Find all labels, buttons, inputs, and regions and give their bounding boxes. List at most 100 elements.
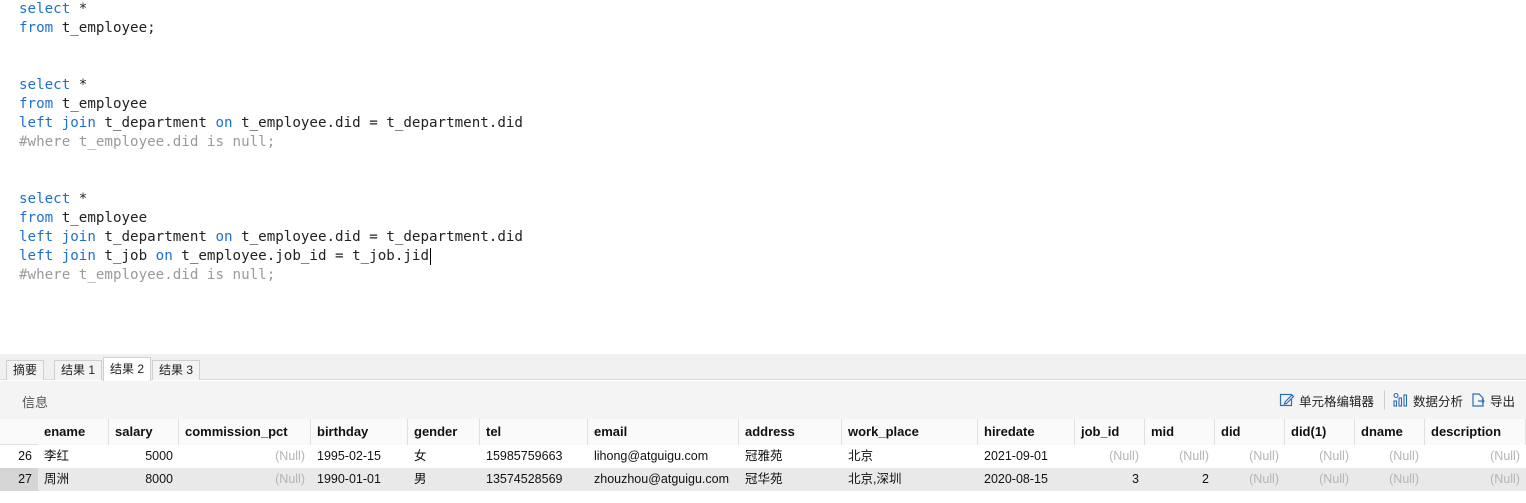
sql-keyword: select: [19, 191, 71, 207]
code-line[interactable]: #where t_employee.did is null;: [19, 266, 275, 285]
tab-result-2[interactable]: 结果 2: [103, 357, 152, 381]
table-cell[interactable]: (Null): [1285, 445, 1355, 468]
table-cell[interactable]: 北京,深圳: [842, 468, 978, 491]
result-tab-strip: 摘要 结果 1 结果 2 结果 3: [0, 354, 1526, 381]
column-header-commission-pct[interactable]: commission_pct: [179, 419, 311, 445]
table-cell[interactable]: 15985759663: [480, 445, 588, 468]
column-header-birthday[interactable]: birthday: [311, 419, 408, 445]
column-header-tel[interactable]: tel: [480, 419, 588, 445]
column-header-did-1-[interactable]: did(1): [1285, 419, 1355, 445]
tab-result-1[interactable]: 结果 1: [54, 360, 103, 380]
tab-summary[interactable]: 摘要: [6, 360, 45, 380]
column-header-hiredate[interactable]: hiredate: [978, 419, 1075, 445]
column-header-did[interactable]: did: [1215, 419, 1285, 445]
column-header-dname[interactable]: dname: [1355, 419, 1425, 445]
column-header-email[interactable]: email: [588, 419, 739, 445]
table-cell[interactable]: 13574528569: [480, 468, 588, 491]
sql-keyword: left join: [19, 248, 96, 264]
table-row[interactable]: 27 周洲 8000 (Null) 1990-01-01 男 13574528569 zhou…: [0, 468, 1526, 491]
table-cell[interactable]: 北京: [842, 445, 978, 468]
table-cell[interactable]: (Null): [1075, 445, 1145, 468]
table-cell[interactable]: 5000: [109, 445, 179, 468]
sql-keyword: from: [19, 210, 54, 226]
data-analysis-label: 数据分析: [1413, 394, 1464, 409]
toolbar-divider: [1384, 390, 1385, 410]
column-header-salary[interactable]: salary: [109, 419, 179, 445]
column-header-work-place[interactable]: work_place: [842, 419, 978, 445]
export-icon: [1470, 392, 1486, 408]
text-caret: [430, 247, 432, 265]
column-header-job-id[interactable]: job_id: [1075, 419, 1145, 445]
sql-text: t_employee.did = t_department.did: [232, 229, 523, 245]
column-header-ename[interactable]: ename: [38, 419, 109, 445]
column-header-mid[interactable]: mid: [1145, 419, 1215, 445]
row-number[interactable]: 26: [0, 445, 38, 468]
code-line[interactable]: from t_employee;: [19, 19, 156, 38]
table-cell[interactable]: (Null): [1425, 468, 1526, 491]
table-cell[interactable]: 冠华苑: [739, 468, 842, 491]
export-label: 导出: [1490, 394, 1516, 409]
sql-keyword: from: [19, 20, 54, 36]
table-cell[interactable]: (Null): [1285, 468, 1355, 491]
sql-comment: #where t_employee.did is null;: [19, 134, 276, 150]
sql-keyword: on: [155, 248, 173, 264]
sql-editor[interactable]: select * from t_employee; select * from t_e…: [0, 0, 1526, 354]
table-row[interactable]: 26 李红 5000 (Null) 1995-02-15 女 15985759663 liho…: [0, 445, 1526, 468]
sql-text: t_job: [95, 248, 156, 264]
table-cell[interactable]: 1995-02-15: [311, 445, 408, 468]
sql-text: *: [70, 77, 88, 93]
sql-keyword: left join: [19, 229, 96, 245]
column-header-address[interactable]: address: [739, 419, 842, 445]
table-cell[interactable]: (Null): [179, 445, 311, 468]
table-cell[interactable]: zhouzhou@atguigu.com: [588, 468, 739, 491]
column-header-description[interactable]: description: [1425, 419, 1526, 445]
data-analysis-button[interactable]: 数据分析: [1392, 391, 1463, 409]
table-cell[interactable]: 冠雅苑: [739, 445, 842, 468]
code-line[interactable]: left join t_job on t_employee.job_id = t…: [19, 247, 432, 266]
column-header-gender[interactable]: gender: [408, 419, 480, 445]
info-label[interactable]: 信息: [22, 392, 48, 411]
table-cell[interactable]: 2: [1145, 468, 1215, 491]
sql-keyword: on: [215, 229, 233, 245]
sql-text: t_employee: [53, 96, 148, 112]
table-cell[interactable]: (Null): [1355, 468, 1425, 491]
sql-text: t_employee;: [53, 20, 156, 36]
table-cell[interactable]: lihong@atguigu.com: [588, 445, 739, 468]
row-number[interactable]: 27: [0, 468, 38, 491]
table-cell[interactable]: 周洲: [38, 468, 109, 491]
table-cell[interactable]: 2021-09-01: [978, 445, 1075, 468]
cell-editor-button[interactable]: 单元格编辑器: [1279, 391, 1374, 409]
table-cell[interactable]: (Null): [1215, 468, 1285, 491]
table-cell[interactable]: (Null): [1145, 445, 1215, 468]
sql-comment: #where t_employee.did is null;: [19, 267, 276, 283]
code-line[interactable]: from t_employee: [19, 95, 147, 114]
table-cell[interactable]: (Null): [1425, 445, 1526, 468]
table-cell[interactable]: (Null): [1355, 445, 1425, 468]
code-line[interactable]: select *: [19, 190, 87, 209]
sql-text: t_employee: [53, 210, 148, 226]
tab-result-3[interactable]: 结果 3: [152, 360, 201, 380]
export-button[interactable]: 导出: [1470, 391, 1515, 409]
code-line[interactable]: left join t_department on t_employee.did…: [19, 228, 523, 247]
table-cell[interactable]: 男: [408, 468, 480, 491]
sql-text: *: [70, 191, 88, 207]
table-cell[interactable]: (Null): [179, 468, 311, 491]
sql-text: t_employee.job_id = t_job.jid: [172, 248, 430, 264]
table-cell[interactable]: 3: [1075, 468, 1145, 491]
table-cell[interactable]: (Null): [1215, 445, 1285, 468]
code-line[interactable]: select *: [19, 76, 87, 95]
table-cell[interactable]: 女: [408, 445, 480, 468]
table-cell[interactable]: 李红: [38, 445, 109, 468]
sql-keyword: from: [19, 96, 54, 112]
table-cell[interactable]: 8000: [109, 468, 179, 491]
code-line[interactable]: select *: [19, 0, 87, 19]
result-toolbar: 信息 单元格编辑器 数据分析 导出: [0, 381, 1526, 419]
sql-text: t_department: [95, 229, 216, 245]
sql-keyword: left join: [19, 115, 96, 131]
table-cell[interactable]: 2020-08-15: [978, 468, 1075, 491]
code-line[interactable]: left join t_department on t_employee.did…: [19, 114, 523, 133]
code-line[interactable]: #where t_employee.did is null;: [19, 133, 275, 152]
table-cell[interactable]: 1990-01-01: [311, 468, 408, 491]
code-line[interactable]: from t_employee: [19, 209, 147, 228]
sql-text: t_department: [95, 115, 216, 131]
